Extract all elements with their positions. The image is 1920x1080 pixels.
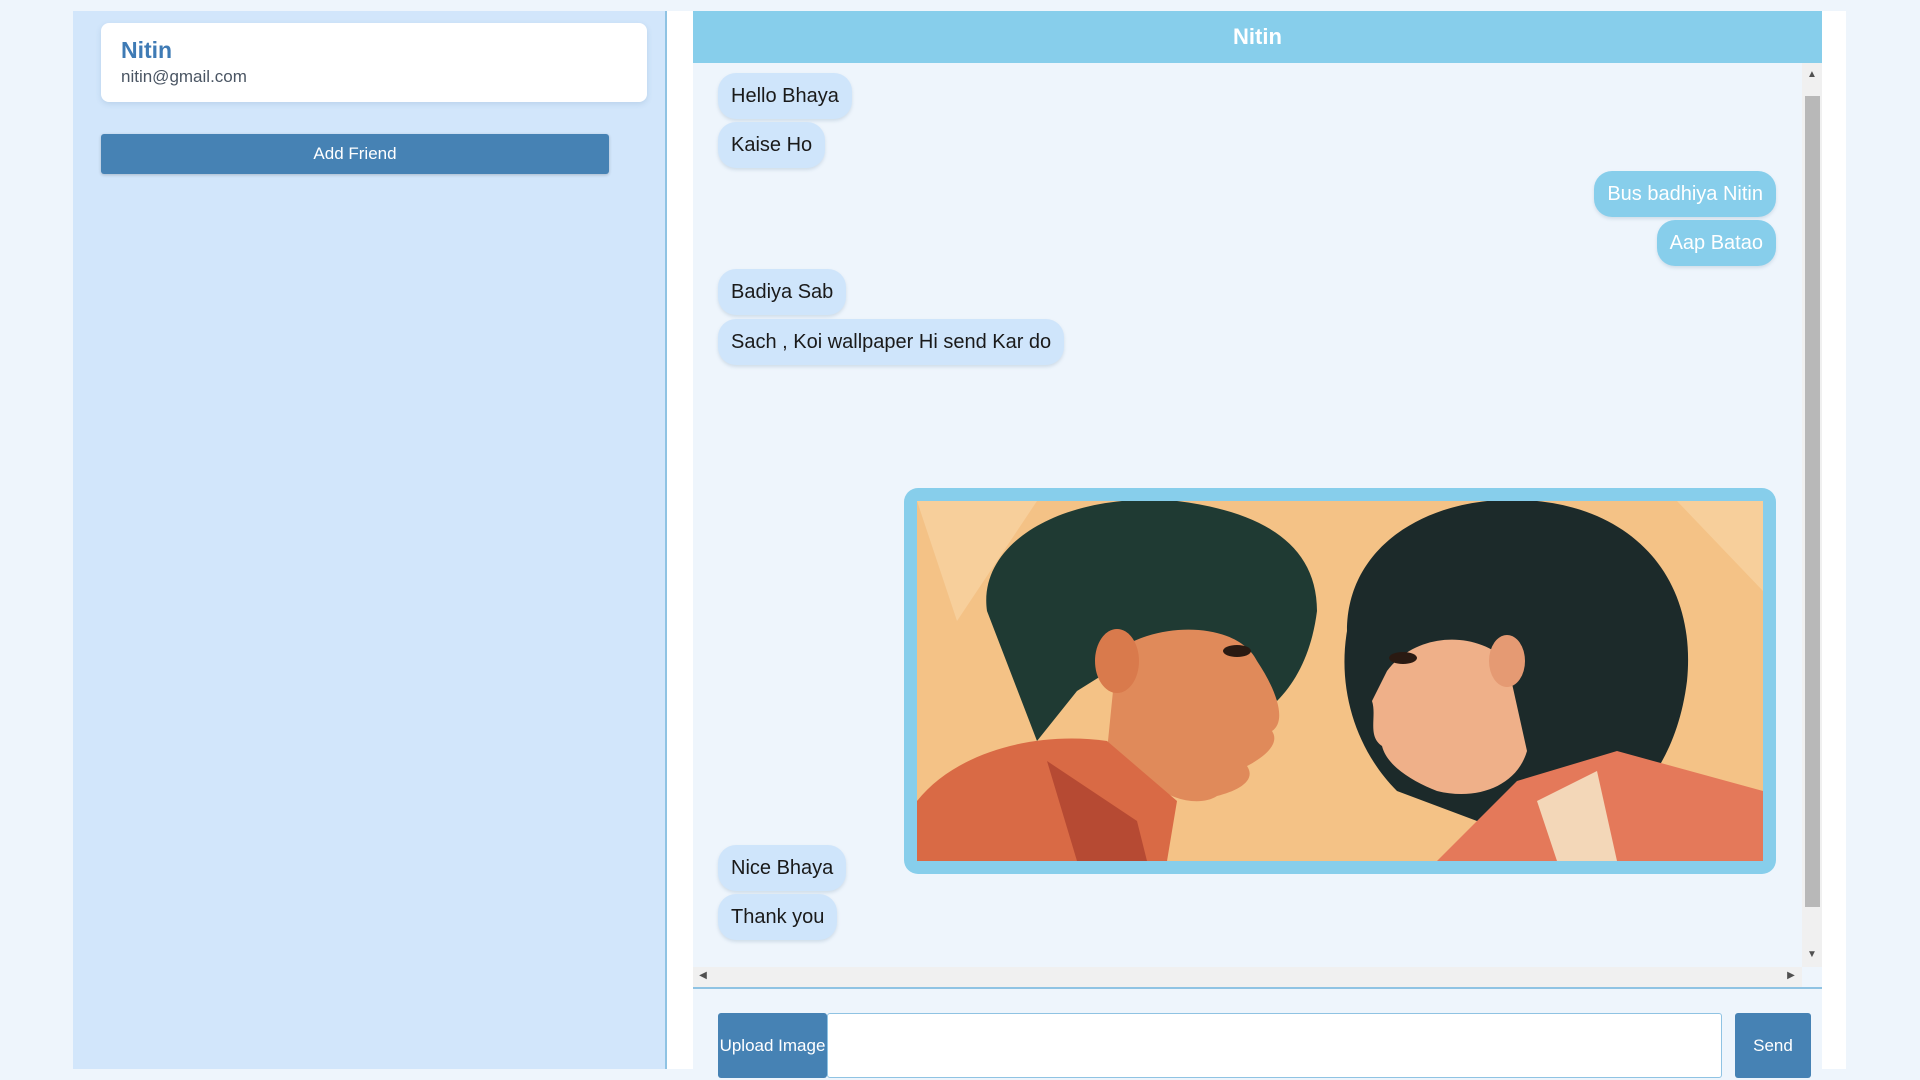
vertical-scrollbar-thumb[interactable]	[1805, 96, 1820, 907]
message-incoming: Badiya Sab	[718, 269, 847, 315]
message-input[interactable]	[827, 1013, 1722, 1078]
scroll-left-arrow-icon[interactable]: ◀	[695, 970, 711, 981]
send-button[interactable]: Send	[1735, 1013, 1811, 1078]
chat-panel: Nitin Hello Bhaya Kaise Ho Bus badhiya N…	[693, 11, 1822, 1078]
scroll-right-arrow-icon[interactable]: ▶	[1783, 970, 1799, 981]
message-list: Hello Bhaya Kaise Ho Bus badhiya Nitin A…	[693, 63, 1822, 987]
sidebar: Nitin nitin@gmail.com Add Friend	[73, 11, 667, 1069]
add-friend-button[interactable]: Add Friend	[101, 134, 609, 174]
wallpaper-image	[917, 501, 1763, 861]
friend-email: nitin@gmail.com	[121, 67, 247, 86]
message-incoming: Thank you	[718, 894, 838, 940]
chat-header-title: Nitin	[693, 11, 1822, 63]
message-incoming: Nice Bhaya	[718, 845, 847, 891]
horizontal-scrollbar[interactable]: ◀ ▶	[693, 967, 1802, 987]
upload-image-button[interactable]: Upload Image	[718, 1013, 827, 1078]
message-outgoing: Bus badhiya Nitin	[1594, 171, 1776, 217]
message-composer: Upload Image Send	[718, 1013, 1811, 1078]
message-incoming: Kaise Ho	[718, 122, 826, 168]
message-incoming: Sach , Koi wallpaper Hi send Kar do	[718, 319, 1065, 365]
vertical-scrollbar[interactable]: ▲ ▼	[1802, 63, 1822, 967]
friend-card[interactable]: Nitin nitin@gmail.com	[101, 23, 647, 102]
message-image-outgoing[interactable]	[904, 488, 1776, 874]
scroll-down-arrow-icon[interactable]: ▼	[1802, 949, 1822, 960]
composer-divider	[693, 987, 1822, 989]
scroll-up-arrow-icon[interactable]: ▲	[1802, 69, 1822, 80]
chat-app: Nitin nitin@gmail.com Add Friend Nitin H…	[73, 11, 1846, 1078]
message-outgoing: Aap Batao	[1656, 220, 1776, 266]
message-incoming: Hello Bhaya	[718, 73, 852, 119]
friend-name: Nitin	[121, 37, 173, 63]
